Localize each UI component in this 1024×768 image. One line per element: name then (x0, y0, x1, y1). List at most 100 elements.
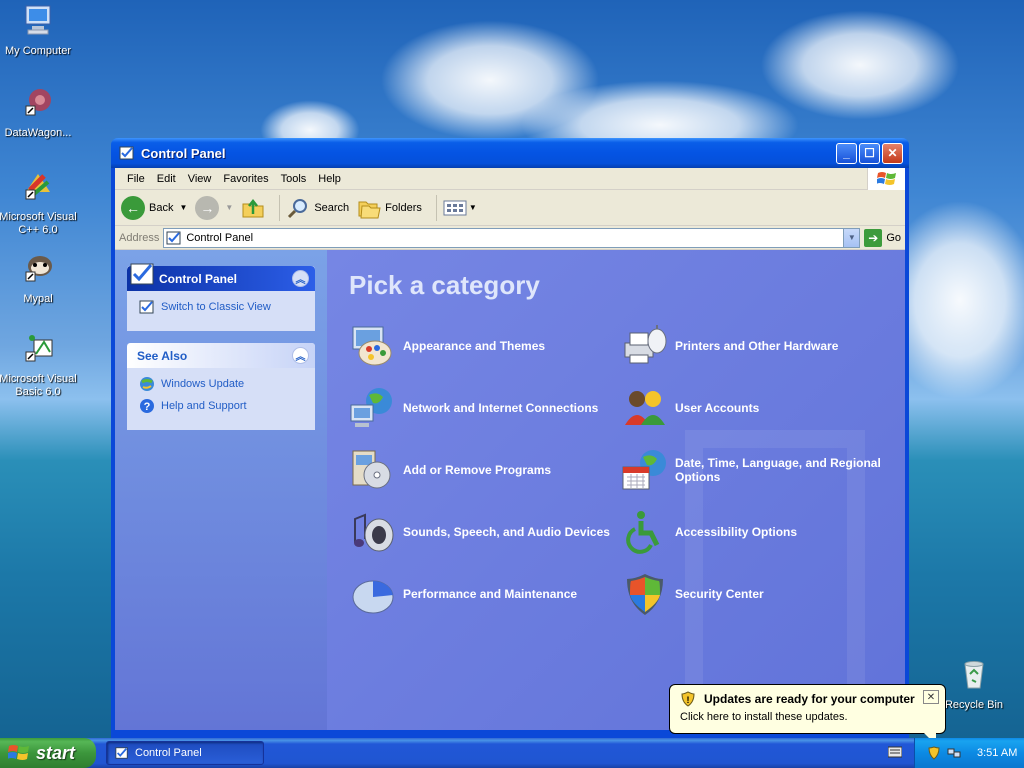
back-label: Back (149, 201, 174, 214)
windows-flag-icon (8, 745, 29, 760)
classic-view-icon (139, 300, 154, 314)
control-panel-icon (166, 231, 181, 244)
dropdown-arrow-icon: ▼ (468, 203, 477, 212)
search-button[interactable]: Search (286, 196, 349, 220)
category-label: Printers and Other Hardware (675, 339, 839, 353)
menu-file[interactable]: File (121, 171, 151, 187)
computer-icon (25, 5, 51, 35)
keyboard-icon[interactable] (888, 746, 902, 758)
menu-edit[interactable]: Edit (151, 171, 182, 187)
switch-classic-view-link[interactable]: Switch to Classic View (139, 299, 305, 315)
go-label: Go (886, 231, 901, 244)
control-panel-panel-body: Switch to Classic View (127, 291, 315, 331)
shield-icon: ! (681, 691, 695, 707)
network-tray-icon[interactable] (947, 746, 961, 760)
category-network-internet[interactable]: Network and Internet Connections (349, 385, 621, 431)
windows-update-link[interactable]: Windows Update (139, 376, 305, 392)
desktop-icon-mypal[interactable]: Mypal (0, 250, 78, 306)
desktop-icon-label: DataWagon... (4, 127, 72, 139)
category-performance-maintenance[interactable]: Performance and Maintenance (349, 571, 621, 617)
desktop-icon-datawagon[interactable]: DataWagon... (0, 84, 78, 140)
mypal-icon (25, 256, 52, 282)
collapse-chevron-icon[interactable]: ︽ (292, 347, 309, 364)
close-button[interactable]: ✕ (882, 142, 903, 164)
category-label: Appearance and Themes (403, 339, 546, 353)
help-and-support-link[interactable]: ? Help and Support (139, 398, 305, 414)
address-bar: Address Control Panel ▼ ➔ Go (115, 226, 905, 250)
address-dropdown-button[interactable]: ▼ (843, 228, 860, 247)
desktop-icon-vb[interactable]: Microsoft Visual Basic 6.0 (0, 330, 78, 399)
back-arrow-icon: ← (121, 195, 145, 220)
clock[interactable]: 3:51 AM (977, 747, 1017, 759)
panel-title: Control Panel (159, 271, 238, 286)
back-button[interactable]: ← Back ▼ (121, 195, 187, 220)
category-user-accounts[interactable]: User Accounts (621, 385, 893, 431)
dropdown-arrow-icon[interactable]: ▼ (225, 203, 233, 212)
link-label: Switch to Classic View (161, 301, 271, 313)
balloon-title-row: ! Updates are ready for your computer (680, 691, 935, 707)
appearance-icon (352, 326, 392, 366)
views-button[interactable]: ▼ (443, 198, 477, 218)
menu-help[interactable]: Help (312, 171, 347, 187)
desktop-icon-my-computer[interactable]: My Computer (0, 2, 78, 58)
minimize-icon: _ (843, 146, 850, 160)
menu-tools[interactable]: Tools (275, 171, 313, 187)
maximize-icon: ☐ (864, 146, 875, 160)
category-label: User Accounts (675, 401, 760, 415)
desktop-icon-vcpp[interactable]: Microsoft Visual C++ 6.0 (0, 168, 78, 237)
svg-text:!: ! (687, 695, 690, 705)
category-label: Add or Remove Programs (403, 463, 552, 477)
up-folder-button[interactable] (241, 196, 265, 220)
panel-title: See Also (137, 348, 188, 363)
taskbar: start Control Panel 3:51 AM (0, 738, 1024, 768)
system-tray: 3:51 AM (914, 738, 1024, 768)
desktop-icon-label: My Computer (4, 45, 72, 57)
desktop-icon-recycle-bin[interactable]: Recycle Bin (934, 656, 1014, 712)
category-sounds-speech-audio[interactable]: Sounds, Speech, and Audio Devices (349, 509, 621, 555)
desktop-icon-label: Microsoft Visual C++ 6.0 (0, 211, 77, 236)
forward-button[interactable]: → ▼ (195, 195, 233, 220)
go-button[interactable]: ➔ Go (864, 228, 901, 247)
printer-icon (624, 325, 667, 364)
dropdown-arrow-icon[interactable]: ▼ (179, 203, 187, 212)
update-notification-balloon[interactable]: ! Updates are ready for your computer Cl… (669, 684, 946, 745)
desktop-icon-label: Mypal (23, 293, 53, 305)
address-input[interactable]: Control Panel ▼ (163, 227, 861, 248)
datetime-icon (622, 450, 666, 490)
close-icon: ✕ (887, 146, 898, 160)
start-button[interactable]: start (0, 738, 96, 768)
title-bar[interactable]: Control Panel _ ☐ ✕ (111, 138, 909, 168)
folders-button[interactable]: Folders (357, 196, 422, 220)
network-icon (350, 388, 392, 427)
taskbar-item-control-panel[interactable]: Control Panel (106, 741, 264, 765)
category-label: Performance and Maintenance (403, 587, 578, 601)
category-printers-hardware[interactable]: Printers and Other Hardware (621, 323, 893, 369)
control-panel-icon (115, 747, 128, 759)
windows-update-icon (140, 377, 154, 391)
minimize-button[interactable]: _ (836, 142, 857, 164)
category-label: Network and Internet Connections (403, 401, 599, 415)
control-panel-panel-header[interactable]: Control Panel ︽ (127, 263, 315, 291)
programs-icon (352, 450, 391, 489)
menu-view[interactable]: View (182, 171, 218, 187)
category-view: Pick a category Appearance and Themes Pr… (327, 250, 905, 730)
toolbar-separator (279, 194, 281, 221)
visual-basic-icon (25, 335, 53, 362)
collapse-chevron-icon[interactable]: ︽ (292, 270, 309, 287)
maximize-button[interactable]: ☐ (859, 142, 880, 164)
category-appearance-themes[interactable]: Appearance and Themes (349, 323, 621, 369)
control-panel-window: Control Panel _ ☐ ✕ File Edit View Favor… (111, 138, 909, 738)
search-label: Search (314, 201, 350, 214)
balloon-close-button[interactable]: ✕ (923, 690, 939, 704)
category-label: Sounds, Speech, and Audio Devices (403, 525, 610, 539)
category-add-remove-programs[interactable]: Add or Remove Programs (349, 447, 621, 493)
security-shield-tray-icon[interactable] (927, 746, 941, 760)
menu-bar: File Edit View Favorites Tools Help (115, 168, 905, 190)
menu-favorites[interactable]: Favorites (217, 171, 274, 187)
see-also-panel-header[interactable]: See Also ︽ (127, 343, 315, 368)
shield-icon (627, 574, 663, 615)
help-icon: ? (140, 399, 154, 413)
datawagon-icon (25, 89, 51, 116)
page-title: Pick a category (349, 270, 540, 300)
visual-cpp-icon (25, 174, 50, 200)
